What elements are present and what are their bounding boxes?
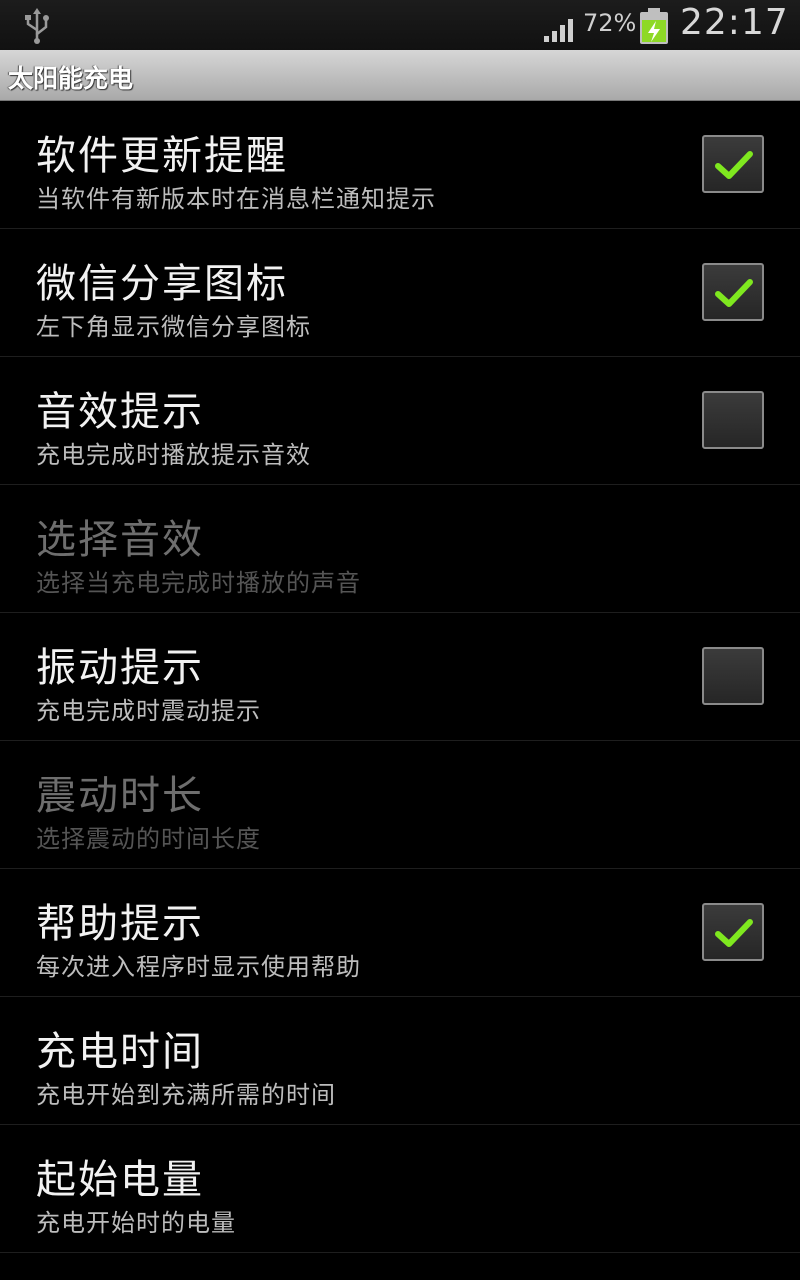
setting-row-vibration-duration: 震动时长选择震动的时间长度 [0,741,800,869]
signal-icon [544,19,573,42]
setting-checkbox[interactable] [702,647,764,705]
setting-row-wechat-share-icon[interactable]: 微信分享图标左下角显示微信分享图标 [0,229,800,357]
check-icon [715,279,753,307]
setting-title: 音效提示 [36,389,204,435]
setting-checkbox[interactable] [702,903,764,961]
clock: 22:17 [680,2,789,43]
battery-percent: 72% [583,9,637,37]
setting-summary: 充电开始时的电量 [36,1209,236,1237]
setting-summary: 充电完成时震动提示 [36,697,261,725]
settings-list: 软件更新提醒当软件有新版本时在消息栏通知提示微信分享图标左下角显示微信分享图标音… [0,101,800,1253]
setting-summary: 选择当充电完成时播放的声音 [36,569,361,597]
setting-title: 软件更新提醒 [36,133,288,179]
app-title-bar: 太阳能充电 [0,50,800,101]
setting-row-charging-time[interactable]: 充电时间充电开始到充满所需的时间 [0,997,800,1125]
setting-summary: 充电完成时播放提示音效 [36,441,311,469]
setting-title: 充电时间 [36,1029,204,1075]
check-icon [715,151,753,179]
usb-icon [25,8,49,44]
status-bar: 72% 22:17 [0,0,800,50]
setting-summary: 当软件有新版本时在消息栏通知提示 [36,185,436,213]
setting-title: 振动提示 [36,645,204,691]
setting-title: 起始电量 [36,1157,204,1203]
app-title: 太阳能充电 [8,64,134,93]
setting-row-software-update-reminder[interactable]: 软件更新提醒当软件有新版本时在消息栏通知提示 [0,101,800,229]
check-icon [715,919,753,947]
setting-checkbox[interactable] [702,263,764,321]
setting-title: 选择音效 [36,517,204,563]
setting-summary: 选择震动的时间长度 [36,825,261,853]
setting-summary: 每次进入程序时显示使用帮助 [36,953,361,981]
setting-row-help-prompt[interactable]: 帮助提示每次进入程序时显示使用帮助 [0,869,800,997]
setting-summary: 左下角显示微信分享图标 [36,313,311,341]
setting-title: 微信分享图标 [36,261,288,307]
setting-checkbox[interactable] [702,135,764,193]
setting-checkbox[interactable] [702,391,764,449]
setting-row-vibration-prompt[interactable]: 振动提示充电完成时震动提示 [0,613,800,741]
setting-summary: 充电开始到充满所需的时间 [36,1081,336,1109]
setting-title: 震动时长 [36,773,204,819]
setting-row-start-battery-level[interactable]: 起始电量充电开始时的电量 [0,1125,800,1253]
battery-charging-icon [640,8,668,44]
setting-title: 帮助提示 [36,901,204,947]
setting-row-choose-sound: 选择音效选择当充电完成时播放的声音 [0,485,800,613]
setting-row-sound-prompt[interactable]: 音效提示充电完成时播放提示音效 [0,357,800,485]
